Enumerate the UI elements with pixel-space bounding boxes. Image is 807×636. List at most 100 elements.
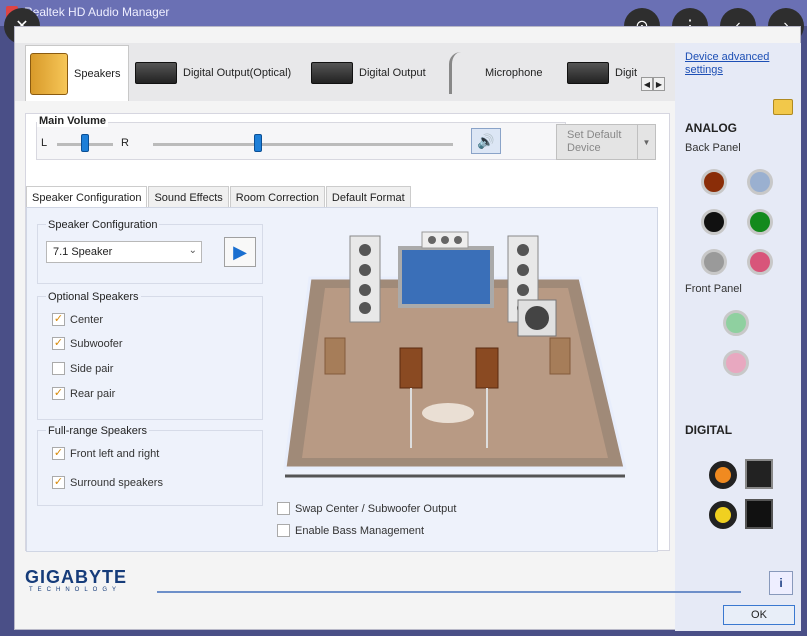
checkbox: ✓ [52, 313, 65, 326]
tab-scroll: ◀ ▶ [641, 77, 665, 91]
jack-blue[interactable] [747, 169, 773, 195]
jack-pink[interactable] [747, 249, 773, 275]
footer-divider [157, 591, 741, 593]
speaker-config-select[interactable]: 7.1 Speaker ⌄ [46, 241, 202, 263]
checkbox [52, 362, 65, 375]
optional-speakers-group: Optional Speakers ✓ Center ✓ Subwoofer Sid… [37, 291, 263, 420]
optical-jack-icon[interactable] [745, 459, 773, 489]
checkbox-label: Front left and right [70, 447, 160, 460]
tab-microphone[interactable]: Microphone [449, 45, 559, 101]
group-title: Full-range Speakers [46, 425, 150, 437]
link-line-1: Device advanced [685, 51, 770, 63]
checkbox-label: Enable Bass Management [295, 524, 425, 537]
microphone-icon [449, 52, 479, 94]
tab-label: Digit [615, 67, 638, 79]
optical-jack-2-icon[interactable] [745, 499, 773, 529]
checkbox [277, 502, 290, 515]
tv-screen [398, 246, 494, 308]
jack-orange-brown[interactable] [701, 169, 727, 195]
speaker-configuration-panel: Speaker Configuration 7.1 Speaker ⌄ ▶ Op… [26, 207, 658, 552]
checkbox: ✓ [52, 387, 65, 400]
optical-output-icon [135, 62, 177, 84]
group-title: Speaker Configuration [46, 219, 160, 231]
checkbox: ✓ [52, 476, 65, 489]
speaker-configuration-group: Speaker Configuration 7.1 Speaker ⌄ ▶ [37, 219, 263, 284]
checkbox-label: Side pair [70, 362, 114, 375]
rear-pair-checkbox[interactable]: ✓ Rear pair [52, 387, 115, 400]
checkbox: ✓ [52, 337, 65, 350]
jack-gray[interactable] [701, 249, 727, 275]
device-advanced-settings-link[interactable]: Device advanced settings [685, 51, 769, 77]
tab-speakers[interactable]: Speakers [25, 45, 129, 101]
tab-sound-effects[interactable]: Sound Effects [148, 186, 229, 208]
fullrange-speakers-group: Full-range Speakers ✓ Front left and righ… [37, 425, 263, 506]
coaxial-jack-yellow-icon[interactable] [709, 501, 737, 529]
tab-label: Microphone [485, 67, 543, 79]
select-value: 7.1 Speaker [53, 246, 113, 258]
mute-button[interactable]: 🔊 [471, 128, 501, 154]
chevron-down-icon[interactable]: ▼ [637, 125, 655, 159]
ok-button[interactable]: OK [723, 605, 795, 625]
side-right-speaker [549, 337, 571, 375]
volume-slider[interactable] [254, 134, 262, 152]
tab-digital[interactable]: Digit [567, 45, 641, 101]
checkbox: ✓ [52, 447, 65, 460]
balance-left-label: L [41, 137, 48, 149]
digital-output-icon [311, 62, 353, 84]
volume-track [153, 143, 453, 146]
enable-bass-management-checkbox[interactable]: Enable Bass Management [277, 524, 424, 537]
tab-digital-output[interactable]: Digital Output [311, 45, 441, 101]
front-jack-green[interactable] [723, 310, 749, 336]
swap-center-subwoofer-checkbox[interactable]: Swap Center / Subwoofer Output [277, 502, 456, 515]
jack-panel: Device advanced settings ANALOG Back Pan… [675, 43, 801, 631]
scroll-left-icon[interactable]: ◀ [641, 77, 653, 91]
side-left-speaker [324, 337, 346, 375]
main-volume-label: Main Volume [37, 115, 109, 127]
side-pair-checkbox[interactable]: Side pair [52, 362, 113, 375]
tab-digital-output-optical[interactable]: Digital Output(Optical) [135, 45, 305, 101]
checkbox-label: Rear pair [70, 387, 116, 400]
jack-black[interactable] [701, 209, 727, 235]
center-checkbox[interactable]: ✓ Center [52, 313, 103, 326]
digital-icon [567, 62, 609, 84]
balance-slider[interactable] [81, 134, 89, 152]
speaker-volume-icon: 🔊 [477, 132, 495, 149]
sub-tab-bar: Speaker Configuration Sound Effects Room… [26, 186, 412, 208]
rear-left-speaker [399, 347, 423, 389]
play-icon: ▶ [233, 241, 247, 262]
folder-icon[interactable] [773, 99, 793, 115]
set-default-device-button[interactable]: Set Default Device ▼ [556, 124, 656, 160]
link-line-2: settings [685, 64, 723, 76]
window-title: Realtek HD Audio Manager [24, 5, 170, 19]
back-panel-label: Back Panel [685, 142, 741, 154]
device-tab-bar: Speakers Digital Output(Optical) Digital… [15, 43, 675, 101]
speakers-panel: Main Volume L R 🔊 Set Default Device ▼ S… [25, 113, 670, 552]
play-test-button[interactable]: ▶ [224, 237, 256, 267]
rear-right-speaker [475, 347, 499, 389]
tab-speaker-configuration[interactable]: Speaker Configuration [26, 186, 148, 208]
digital-heading: DIGITAL [685, 423, 733, 437]
checkbox-label: Swap Center / Subwoofer Output [295, 502, 457, 515]
coaxial-jack-icon[interactable] [709, 461, 737, 489]
main-volume: Main Volume L R 🔊 [36, 115, 566, 160]
set-default-label-2: Device [567, 142, 601, 154]
tab-label: Digital Output(Optical) [183, 67, 292, 79]
chevron-down-icon: ⌄ [188, 245, 197, 256]
info-button[interactable]: i [769, 571, 793, 595]
checkbox-label: Subwoofer [70, 337, 123, 350]
tab-default-format[interactable]: Default Format [325, 186, 411, 208]
audio-manager-window: Speakers Digital Output(Optical) Digital… [14, 26, 801, 631]
jack-green[interactable] [747, 209, 773, 235]
speaker-room-diagram [283, 231, 627, 478]
front-jack-pink[interactable] [723, 350, 749, 376]
subwoofer-checkbox[interactable]: ✓ Subwoofer [52, 337, 123, 350]
tab-room-correction[interactable]: Room Correction [229, 186, 325, 208]
checkbox [277, 524, 290, 537]
tab-label: Digital Output [359, 67, 426, 79]
front-panel-label: Front Panel [685, 283, 742, 295]
scroll-right-icon[interactable]: ▶ [653, 77, 665, 91]
front-left-right-checkbox[interactable]: ✓ Front left and right [52, 447, 159, 460]
surround-speakers-checkbox[interactable]: ✓ Surround speakers [52, 476, 163, 489]
analog-heading: ANALOG [685, 121, 737, 135]
group-title: Optional Speakers [46, 291, 141, 303]
